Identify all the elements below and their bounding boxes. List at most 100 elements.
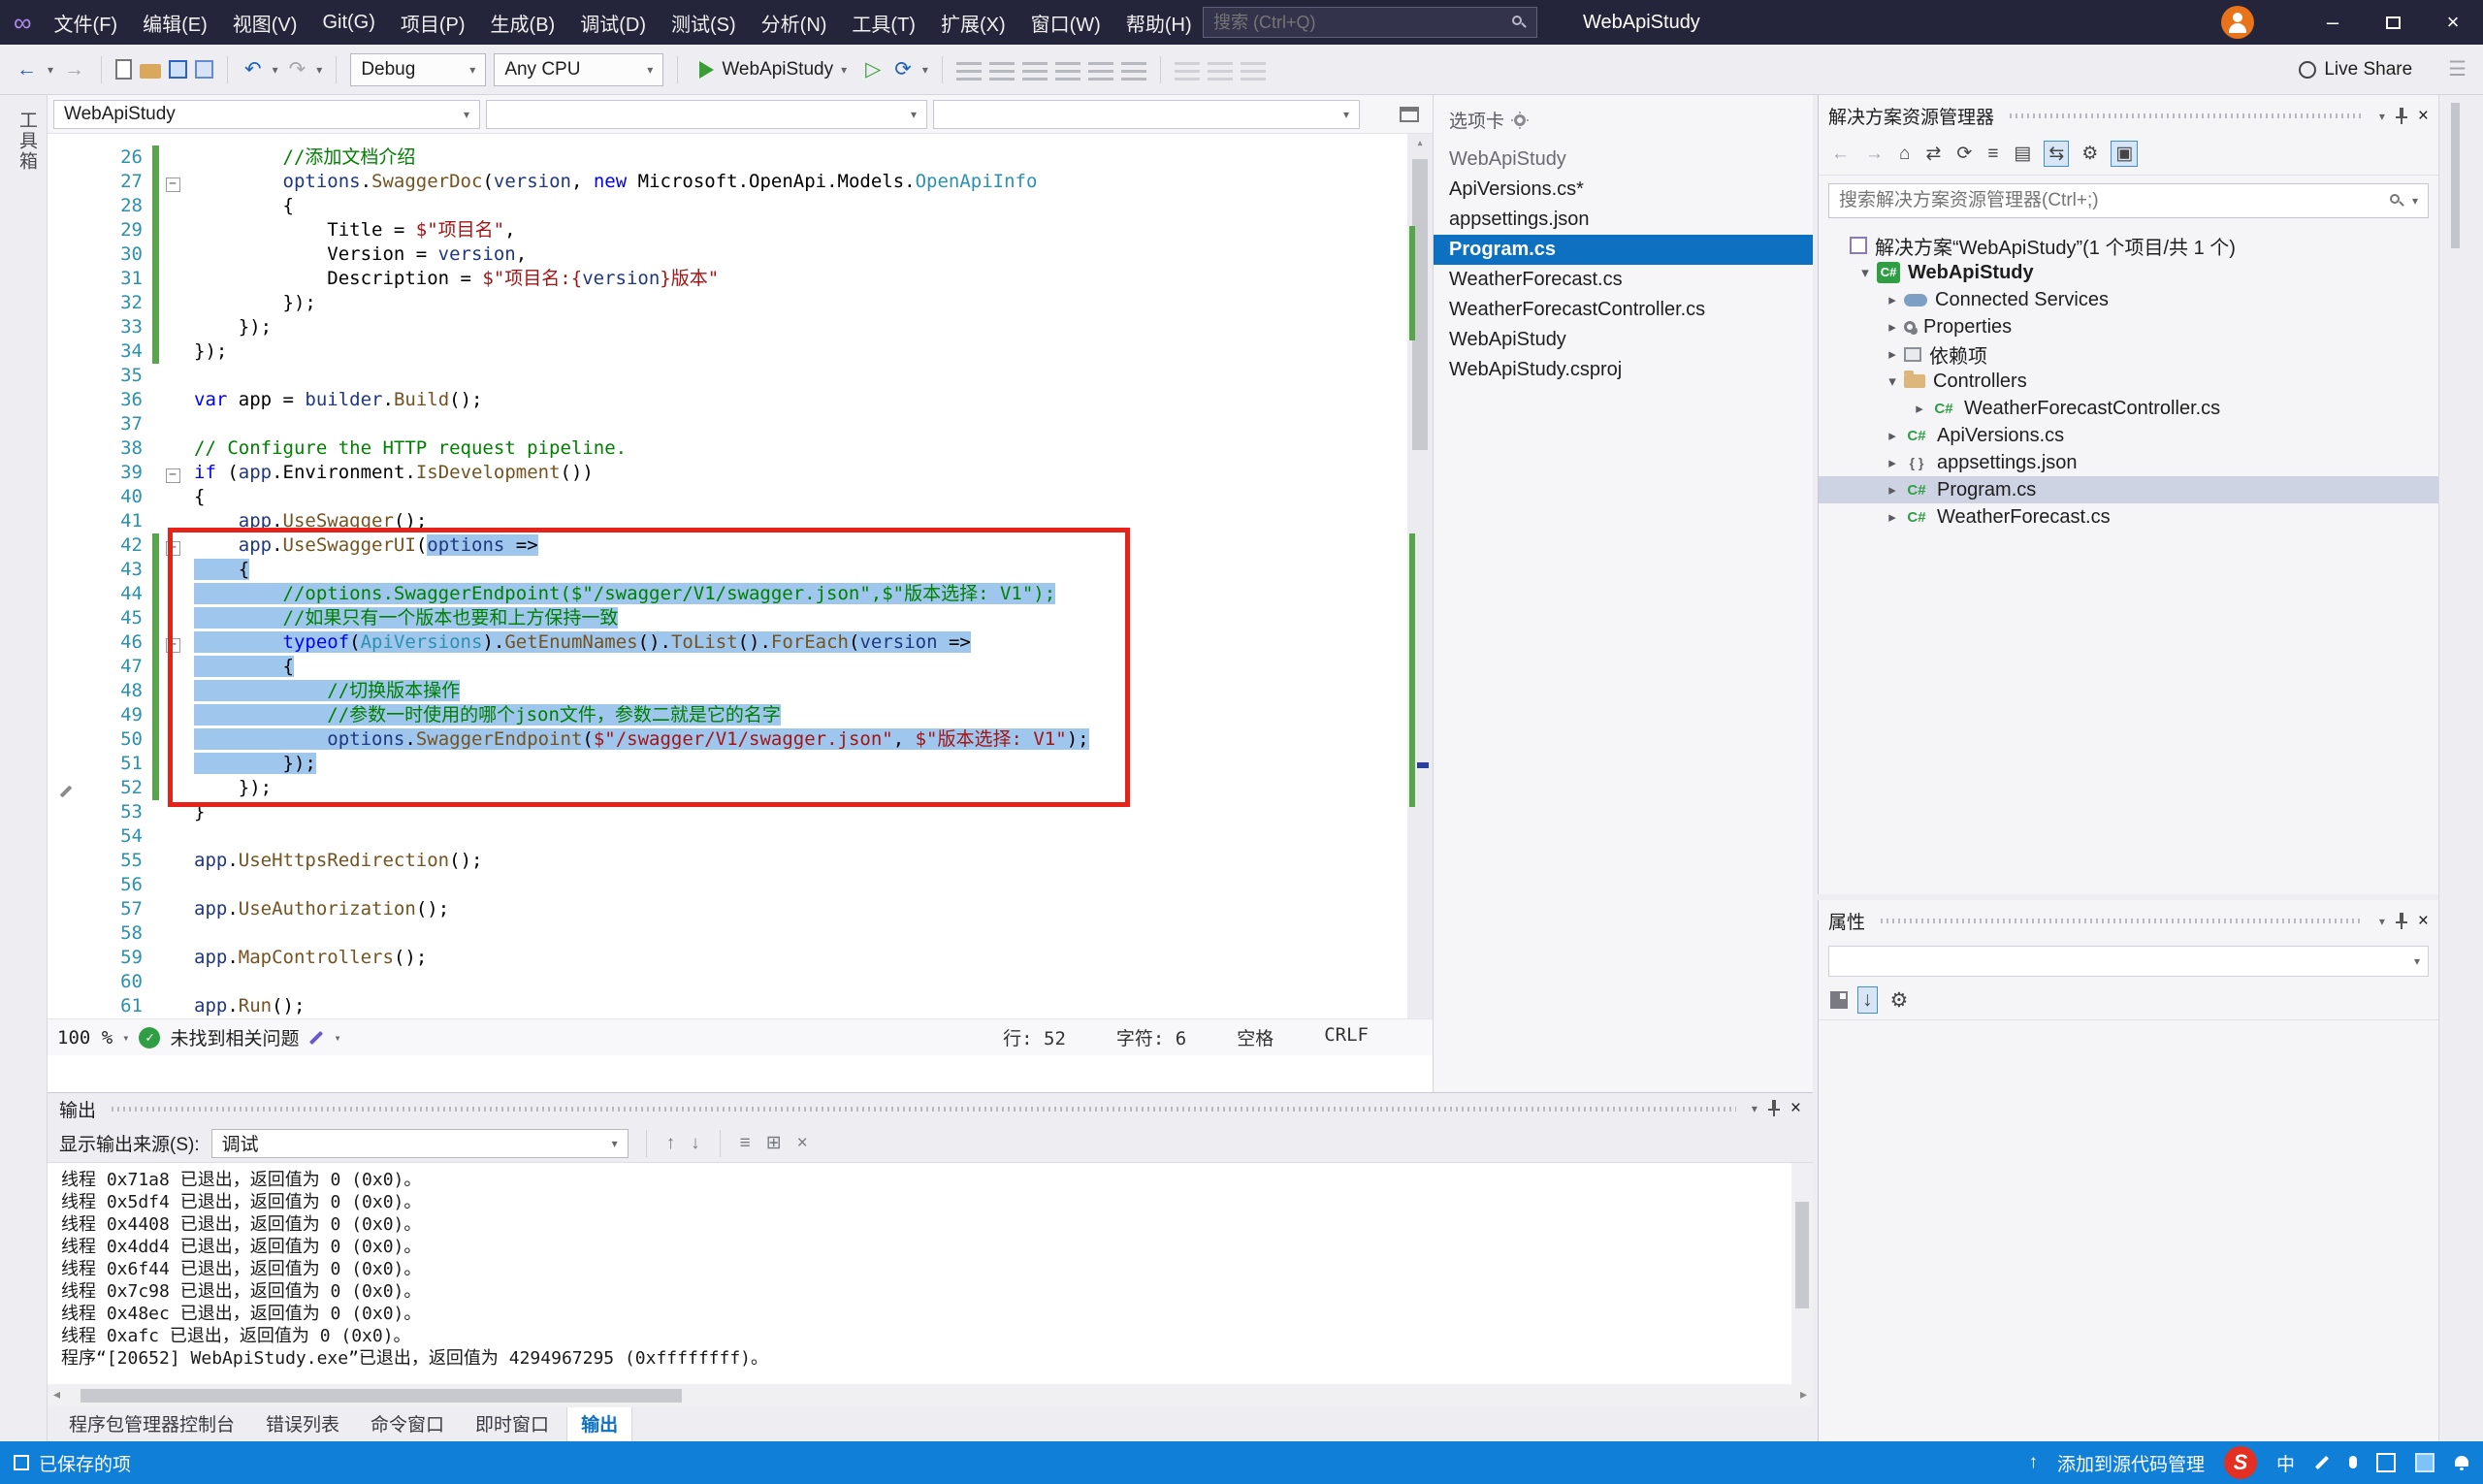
breakpoint-margin[interactable] <box>48 170 84 194</box>
clear-all-icon[interactable]: ≡ <box>738 1133 753 1154</box>
breakpoint-margin[interactable] <box>48 630 84 655</box>
breakpoint-margin[interactable] <box>48 946 84 970</box>
undo-dropdown-icon[interactable]: ▾ <box>273 63 278 77</box>
breakpoint-margin[interactable] <box>48 752 84 776</box>
fold-margin[interactable]: − <box>159 170 186 194</box>
fold-margin[interactable] <box>159 364 186 388</box>
code-line[interactable]: 28 { <box>48 194 1433 218</box>
open-document-item[interactable]: WebApiStudy.csproj <box>1434 355 1813 385</box>
tree-item[interactable]: ▸依赖项 <box>1819 340 2438 368</box>
expander-icon[interactable]: ▾ <box>1854 264 1877 281</box>
breakpoint-margin[interactable] <box>48 897 84 921</box>
breakpoint-margin[interactable] <box>48 315 84 339</box>
tree-item[interactable]: ▾C#WebApiStudy <box>1819 259 2438 286</box>
fold-margin[interactable] <box>159 897 186 921</box>
open-document-item[interactable]: WebApiStudy <box>1434 145 1813 175</box>
tree-item[interactable]: ▸{ }appsettings.json <box>1819 449 2438 476</box>
close-panel-icon[interactable]: × <box>1790 1098 1801 1119</box>
fold-margin[interactable] <box>159 824 186 849</box>
fold-margin[interactable] <box>159 558 186 582</box>
tree-item[interactable]: 解决方案“WebApiStudy”(1 个项目/共 1 个) <box>1819 232 2438 259</box>
previous-bookmark-icon[interactable] <box>1208 59 1233 81</box>
find-in-files-icon[interactable] <box>956 59 982 81</box>
hot-reload-dropdown-icon[interactable]: ▾ <box>922 63 928 77</box>
tree-item[interactable]: ▸C#WeatherForecastController.cs <box>1819 395 2438 422</box>
breakpoint-margin[interactable] <box>48 388 84 412</box>
comment-icon[interactable] <box>1022 59 1048 81</box>
gear-icon[interactable] <box>1514 114 1526 126</box>
open-file-icon[interactable] <box>140 64 161 79</box>
breakpoint-margin[interactable] <box>48 655 84 679</box>
navigate-back-dropdown-icon[interactable]: ▾ <box>48 63 53 77</box>
menu-item[interactable]: 工具(T) <box>839 0 928 45</box>
back-icon[interactable]: ← <box>1828 144 1853 165</box>
window-position-icon[interactable]: ▾ <box>2379 110 2385 123</box>
expander-icon[interactable]: ▾ <box>1881 372 1904 390</box>
fold-margin[interactable] <box>159 145 186 170</box>
save-all-icon[interactable] <box>195 60 213 79</box>
next-message-icon[interactable]: ↓ <box>689 1133 702 1154</box>
fold-margin[interactable] <box>159 921 186 946</box>
code-line[interactable]: 60 <box>48 970 1433 994</box>
health-check-icon[interactable]: ✓ <box>139 1027 160 1048</box>
code-line[interactable]: 39−if (app.Environment.IsDevelopment()) <box>48 461 1433 485</box>
breakpoint-margin[interactable] <box>48 291 84 315</box>
bottom-tab-item[interactable]: 即时窗口 <box>462 1405 563 1441</box>
scrollbar-thumb[interactable] <box>2451 103 2460 248</box>
window-position-icon[interactable]: ▾ <box>2379 915 2385 928</box>
open-document-item[interactable]: appsettings.json <box>1434 205 1813 235</box>
minimize-button[interactable]: – <box>2303 0 2363 45</box>
breakpoint-margin[interactable] <box>48 145 84 170</box>
menu-item[interactable]: 帮助(H) <box>1113 0 1205 45</box>
breakpoint-margin[interactable] <box>48 218 84 242</box>
breakpoint-margin[interactable] <box>48 194 84 218</box>
sogou-ime-icon[interactable]: S <box>2224 1446 2257 1479</box>
breakpoint-margin[interactable] <box>48 339 84 364</box>
fold-margin[interactable] <box>159 679 186 703</box>
project-dropdown[interactable]: WebApiStudy▾ <box>53 100 480 129</box>
ink-icon[interactable] <box>2315 1456 2329 1469</box>
save-icon[interactable] <box>169 60 187 79</box>
code-line[interactable]: 46− typeof(ApiVersions).GetEnumNames().T… <box>48 630 1433 655</box>
fold-margin[interactable] <box>159 727 186 752</box>
close-panel-icon[interactable]: × <box>2418 911 2429 932</box>
code-line[interactable]: 40{ <box>48 485 1433 509</box>
open-document-item[interactable]: WeatherForecastController.cs <box>1434 295 1813 325</box>
pin-icon[interactable] <box>1767 1100 1781 1117</box>
output-source-dropdown[interactable]: 调试 ▾ <box>211 1129 629 1158</box>
word-wrap-icon[interactable]: ⊞ <box>764 1132 784 1154</box>
breakpoint-margin[interactable] <box>48 679 84 703</box>
scroll-right-icon[interactable]: ▸ <box>1800 1386 1807 1403</box>
switch-views-icon[interactable]: ⇄ <box>1922 143 1944 165</box>
code-line[interactable]: 56 <box>48 873 1433 897</box>
code-line[interactable]: 49 //参数一时使用的哪个json文件，参数二就是它的名字 <box>48 703 1433 727</box>
start-debugging-button[interactable]: WebApiStudy ▾ <box>692 52 855 87</box>
breakpoint-margin[interactable] <box>48 242 84 267</box>
code-line[interactable]: 44 //options.SwaggerEndpoint($"/swagger/… <box>48 582 1433 606</box>
editor-vertical-scrollbar[interactable]: ▴ ▾ <box>1407 134 1433 1055</box>
breakpoint-margin[interactable] <box>48 364 84 388</box>
breakpoint-margin[interactable] <box>48 558 84 582</box>
close-button[interactable]: × <box>2423 0 2483 45</box>
fold-margin[interactable] <box>159 436 186 461</box>
scroll-left-icon[interactable]: ◂ <box>53 1386 60 1403</box>
breakpoint-margin[interactable] <box>48 776 84 800</box>
menu-item[interactable]: 编辑(E) <box>130 0 220 45</box>
expander-icon[interactable]: ▸ <box>1881 454 1904 471</box>
breakpoint-margin[interactable] <box>48 582 84 606</box>
keyboard-icon[interactable] <box>2376 1453 2396 1472</box>
solution-search-box[interactable]: ▾ <box>1828 183 2429 218</box>
menu-item[interactable]: 窗口(W) <box>1018 0 1113 45</box>
breakpoint-margin[interactable] <box>48 485 84 509</box>
breakpoint-margin[interactable] <box>48 970 84 994</box>
fold-collapse-icon[interactable]: − <box>166 468 180 483</box>
fold-margin[interactable] <box>159 388 186 412</box>
code-line[interactable]: 37 <box>48 412 1433 436</box>
expander-icon[interactable]: ▸ <box>1881 508 1904 526</box>
window-position-icon[interactable]: ▾ <box>1752 1102 1757 1115</box>
search-input[interactable] <box>1213 13 1511 33</box>
fold-margin[interactable] <box>159 582 186 606</box>
feedback-icon[interactable]: ☰ <box>2445 57 2469 81</box>
scroll-up-icon[interactable]: ▴ <box>1407 136 1433 150</box>
navigate-back-icon[interactable]: ← <box>14 58 40 81</box>
